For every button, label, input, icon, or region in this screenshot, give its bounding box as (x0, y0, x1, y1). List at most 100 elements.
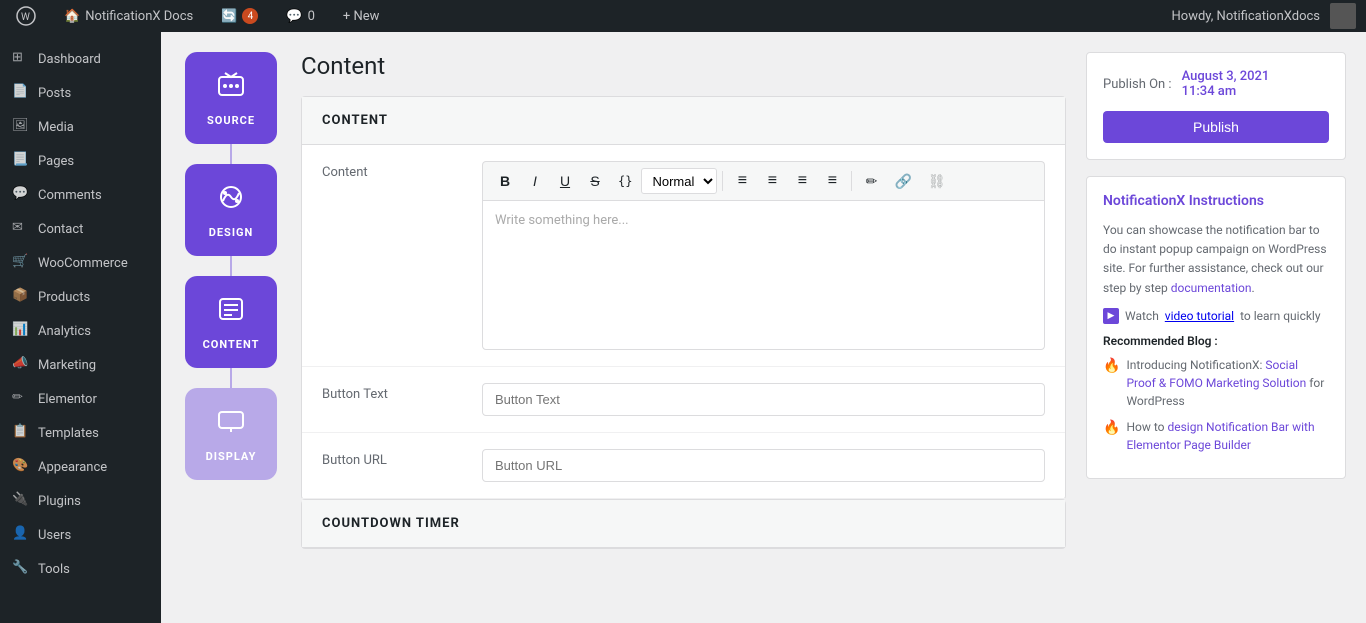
recommended-label: Recommended Blog : (1103, 334, 1329, 348)
step-connector-1 (230, 144, 232, 164)
align-justify-button[interactable]: ≡ (818, 168, 846, 194)
right-sidebar: Publish On : August 3, 2021 11:34 am Pub… (1086, 52, 1346, 603)
sidebar-item-users[interactable]: 👤 Users (0, 518, 161, 552)
video-tutorial-link[interactable]: video tutorial (1165, 309, 1234, 323)
sidebar-item-elementor[interactable]: ✏ Elementor (0, 382, 161, 416)
underline-button[interactable]: U (551, 168, 579, 194)
users-icon: 👤 (12, 526, 30, 544)
sidebar-item-templates[interactable]: 📋 Templates (0, 416, 161, 450)
wizard-step-content[interactable]: CONTENT (185, 276, 277, 368)
button-text-row: Button Text (302, 367, 1065, 433)
align-right-button[interactable]: ≡ (788, 168, 816, 194)
bold-button[interactable]: B (491, 168, 519, 194)
doc-link[interactable]: documentation (1171, 281, 1252, 295)
wp-logo[interactable]: W (10, 0, 42, 32)
sidebar: ⊞ Dashboard 📄 Posts 🖼 Media 📃 Pages 💬 Co… (0, 32, 161, 623)
blog-item-1: 🔥 Introducing NotificationX: Social Proo… (1103, 356, 1329, 410)
align-center-button[interactable]: ≡ (758, 168, 786, 194)
dashboard-icon: ⊞ (12, 50, 30, 68)
site-name[interactable]: 🏠 NotificationX Docs (58, 0, 199, 32)
blog-item-2: 🔥 How to design Notification Bar with El… (1103, 418, 1329, 454)
svg-text:W: W (21, 12, 30, 23)
toolbar-divider-1 (722, 171, 723, 191)
content-label: Content (322, 161, 462, 180)
video-icon: ▶ (1103, 308, 1119, 324)
sidebar-item-woocommerce[interactable]: 🛒 WooCommerce (0, 246, 161, 280)
wizard-step-source[interactable]: SOURCE (185, 52, 277, 144)
sidebar-item-contact[interactable]: ✉ Contact (0, 212, 161, 246)
comments-icon: 💬 (286, 9, 302, 24)
pencil-button[interactable]: ✏ (857, 168, 885, 194)
main-content: SOURCE DESIGN (161, 32, 1366, 623)
appearance-icon: 🎨 (12, 458, 30, 476)
publish-button[interactable]: Publish (1103, 111, 1329, 143)
italic-button[interactable]: I (521, 168, 549, 194)
pages-icon: 📃 (12, 152, 30, 170)
sidebar-item-appearance[interactable]: 🎨 Appearance (0, 450, 161, 484)
sidebar-item-marketing[interactable]: 📣 Marketing (0, 348, 161, 382)
posts-icon: 📄 (12, 84, 30, 102)
design-step-icon (215, 181, 247, 220)
unlink-button[interactable]: ⛓ (921, 168, 953, 194)
woocommerce-icon: 🛒 (12, 254, 30, 272)
editor-toolbar: B I U S {} Normal ≡ ≡ ≡ ≡ (482, 161, 1045, 200)
publish-date: August 3, 2021 11:34 am (1182, 69, 1270, 99)
templates-icon: 📋 (12, 424, 30, 442)
home-icon: 🏠 (64, 9, 80, 24)
source-step-icon (215, 69, 247, 108)
content-step-icon (215, 293, 247, 332)
display-step-icon (215, 405, 247, 444)
page-title: Content (301, 52, 1066, 80)
step-connector-3 (230, 368, 232, 388)
fire-emoji-1: 🔥 (1103, 356, 1120, 377)
sidebar-item-dashboard[interactable]: ⊞ Dashboard (0, 42, 161, 76)
fire-emoji-2: 🔥 (1103, 418, 1120, 439)
sidebar-item-comments[interactable]: 💬 Comments (0, 178, 161, 212)
sidebar-item-analytics[interactable]: 📊 Analytics (0, 314, 161, 348)
content-area: Content CONTENT Content B I U S {} (301, 52, 1066, 603)
updates-icon: 🔄 (221, 9, 237, 24)
link-button[interactable]: 🔗 (887, 168, 918, 194)
new-item[interactable]: + New (337, 0, 386, 32)
media-icon: 🖼 (12, 118, 30, 136)
content-section-card: CONTENT Content B I U S {} Normal (301, 96, 1066, 500)
avatar (1330, 3, 1356, 29)
sidebar-item-pages[interactable]: 📃 Pages (0, 144, 161, 178)
layout: ⊞ Dashboard 📄 Posts 🖼 Media 📃 Pages 💬 Co… (0, 32, 1366, 623)
sidebar-item-products[interactable]: 📦 Products (0, 280, 161, 314)
wizard-step-display[interactable]: DISPLAY (185, 388, 277, 480)
editor-placeholder: Write something here... (495, 213, 629, 228)
format-select[interactable]: Normal (641, 168, 717, 194)
sidebar-item-tools[interactable]: 🔧 Tools (0, 552, 161, 586)
strikethrough-button[interactable]: S (581, 168, 609, 194)
countdown-section-header: COUNTDOWN TIMER (302, 500, 1065, 548)
align-left-button[interactable]: ≡ (728, 168, 756, 194)
button-url-row: Button URL (302, 433, 1065, 499)
products-icon: 📦 (12, 288, 30, 306)
countdown-section-card: COUNTDOWN TIMER (301, 500, 1066, 549)
step-connector-2 (230, 256, 232, 276)
sidebar-item-media[interactable]: 🖼 Media (0, 110, 161, 144)
button-text-input[interactable] (482, 383, 1045, 416)
button-url-input[interactable] (482, 449, 1045, 482)
admin-bar: W 🏠 NotificationX Docs 🔄 4 💬 0 + New How… (0, 0, 1366, 32)
publish-box: Publish On : August 3, 2021 11:34 am Pub… (1086, 52, 1346, 160)
publish-on-row: Publish On : August 3, 2021 11:34 am (1103, 69, 1329, 99)
editor-body[interactable]: Write something here... (482, 200, 1045, 350)
comments-item[interactable]: 💬 0 (280, 0, 321, 32)
wizard-step-design[interactable]: DESIGN (185, 164, 277, 256)
code-button[interactable]: {} (611, 168, 639, 194)
button-text-label: Button Text (322, 383, 462, 402)
publish-on-label: Publish On : (1103, 77, 1172, 92)
instructions-title: NotificationX Instructions (1103, 193, 1329, 209)
content-field-row: Content B I U S {} Normal (302, 145, 1065, 367)
marketing-icon: 📣 (12, 356, 30, 374)
button-url-label: Button URL (322, 449, 462, 468)
contact-icon: ✉ (12, 220, 30, 238)
button-url-control (482, 449, 1045, 482)
toolbar-divider-2 (851, 171, 852, 191)
sidebar-item-plugins[interactable]: 🔌 Plugins (0, 484, 161, 518)
analytics-icon: 📊 (12, 322, 30, 340)
sidebar-item-posts[interactable]: 📄 Posts (0, 76, 161, 110)
updates-item[interactable]: 🔄 4 (215, 0, 264, 32)
